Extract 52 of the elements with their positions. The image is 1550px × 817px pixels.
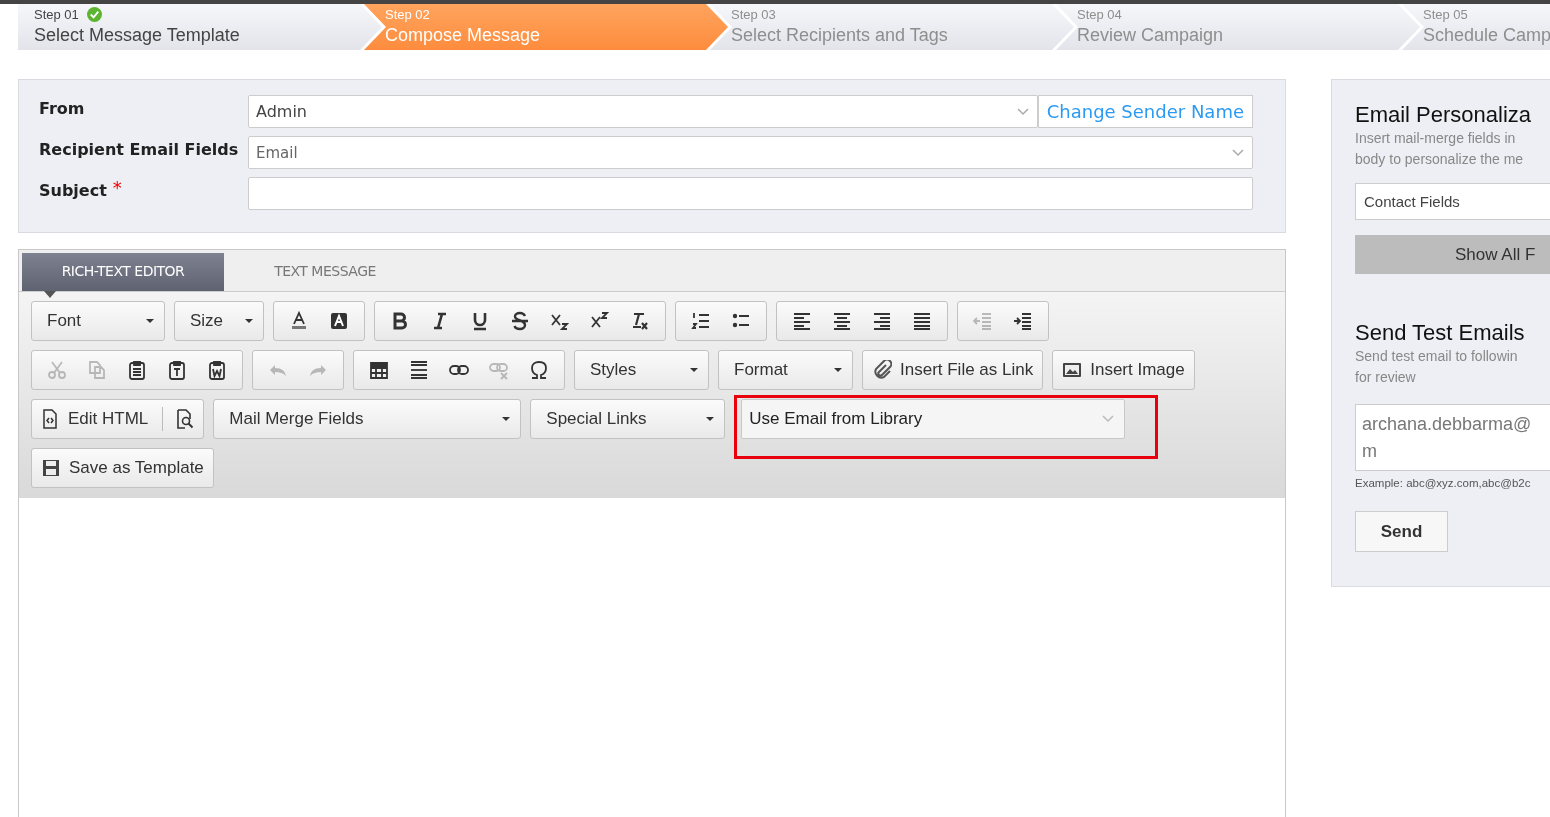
chevron-down-icon [1232,148,1244,157]
section-description: Send test email to followin for review [1355,347,1519,387]
sender-select[interactable]: Admin [248,95,1038,128]
send-button[interactable]: Send [1355,511,1448,552]
section-description: Insert mail-merge fields in body to personalize the me [1355,129,1525,169]
subject-input[interactable] [248,177,1253,210]
toolbar-dropdown[interactable]: Size [174,301,264,341]
caret-icon [834,368,842,372]
step-title: Review Campaign [1077,25,1224,45]
step-number: Step 04 [1077,6,1122,22]
toolbar-button[interactable]: Save as Template [31,448,214,488]
required-mark: * [112,177,122,200]
step-title: Schedule Camp [1423,25,1550,45]
example-hint: Example: abc@xyz.com,abc@b2c [1355,477,1532,489]
email-library-select[interactable]: Use Email from Library [741,399,1126,439]
toolbar-button[interactable]: Insert File as Link [862,350,1044,390]
field-label: Subject [39,181,107,200]
caret-icon [690,368,698,372]
toolbar-dropdown[interactable]: Styles [574,350,709,390]
caret-icon [706,417,715,421]
step-title: Select Recipients and Tags [731,25,948,45]
step-title: Select Message Template [34,25,240,45]
toolbar-button[interactable]: Insert Image [1052,350,1195,390]
step-number: Step 02 [385,6,430,22]
chevron-down-icon [1016,107,1029,116]
step-number: Step 01 [34,6,79,22]
toolbar-dropdown[interactable]: Mail Merge Fields [213,399,522,439]
caret-icon [502,417,511,421]
check-circle-icon [86,6,102,22]
show-all-fields-button[interactable]: Show All F [1355,235,1550,274]
toolbar-dropdown[interactable]: Format [718,350,853,390]
paperclip-icon [872,360,892,380]
step-number: Step 03 [731,6,776,22]
recipient-fields-select[interactable]: Email [248,136,1253,169]
caret-icon [146,319,154,323]
chevron-down-icon [1102,415,1115,423]
toolbar-dropdown[interactable]: Font [31,301,165,341]
contact-fields-select[interactable]: Contact Fields [1355,183,1550,220]
wizard-step[interactable]: Step 01 Select Message Template [18,4,382,50]
field-label: From [39,99,86,118]
field-label: Recipient Email Fields [39,140,240,159]
toolbar-dropdown[interactable]: Special Links [530,399,726,439]
editor-tab[interactable]: TEXT MESSAGE [224,253,426,291]
section-title: Send Test Emails [1355,320,1526,346]
code-file-icon [40,409,60,429]
image-icon [1062,360,1083,380]
step-title: Compose Message [385,25,541,45]
preview-icon[interactable] [175,409,196,429]
section-title: Email Personaliza [1355,102,1533,128]
step-number: Step 05 [1423,6,1468,22]
caret-icon [245,319,253,323]
test-emails-field[interactable]: archana.debbarma@ m [1355,404,1550,471]
